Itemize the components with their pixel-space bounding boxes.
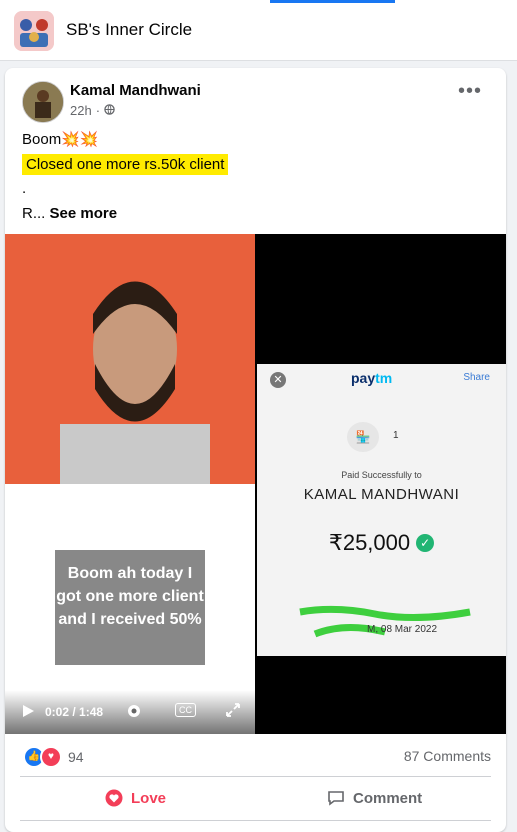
captions-cc-icon[interactable]: CC bbox=[175, 703, 196, 717]
see-more-link[interactable]: See more bbox=[50, 205, 118, 222]
video-player[interactable]: Boom ah today I got one more client and … bbox=[5, 234, 255, 734]
post-line-4-prefix: R... bbox=[22, 205, 46, 222]
author-avatar[interactable] bbox=[22, 81, 64, 123]
love-label: Love bbox=[131, 789, 167, 807]
post-line-3: . bbox=[22, 180, 27, 197]
highlighted-text: Closed one more rs.50k client bbox=[22, 154, 229, 175]
paid-successfully-text: Paid Successfully to bbox=[341, 470, 422, 480]
reaction-summary[interactable]: 👍 ♥ 94 bbox=[23, 746, 84, 768]
post-meta: 22h · bbox=[70, 103, 115, 118]
love-reaction-icon: ♥ bbox=[40, 746, 62, 768]
video-time: 0:02 / 1:48 bbox=[45, 705, 104, 719]
reaction-count: 94 bbox=[68, 749, 84, 765]
dot-separator: · bbox=[95, 103, 101, 118]
more-options-icon[interactable]: ••• bbox=[458, 81, 482, 101]
payment-date: M, 08 Mar 2022 bbox=[367, 624, 438, 635]
payment-amount: ₹25,000 ✓ bbox=[257, 530, 506, 556]
fullscreen-icon[interactable] bbox=[225, 702, 241, 721]
video-caption: Boom ah today I got one more client and … bbox=[55, 550, 205, 665]
comments-count[interactable]: 87 Comments bbox=[404, 748, 491, 764]
post-time[interactable]: 22h bbox=[70, 103, 92, 118]
author-name[interactable]: Kamal Mandhwani bbox=[70, 82, 201, 99]
comment-button[interactable]: Comment bbox=[327, 780, 422, 816]
store-count: 1 bbox=[393, 430, 399, 441]
payee-name: KAMAL MANDHWANI bbox=[303, 486, 460, 503]
active-tab-indicator bbox=[270, 0, 395, 3]
post-actions: Love Comment bbox=[5, 780, 506, 816]
settings-gear-icon[interactable] bbox=[125, 702, 143, 723]
divider-bottom bbox=[20, 820, 491, 821]
video-controls: 0:02 / 1:48 CC bbox=[5, 690, 255, 734]
divider bbox=[20, 776, 491, 777]
post-line-4: R... See more bbox=[22, 205, 117, 222]
close-icon: ✕ bbox=[270, 372, 286, 388]
paytm-receipt: ✕ paytm Share 🏪 1 Paid Successfully to K… bbox=[257, 364, 506, 656]
verified-check-icon: ✓ bbox=[416, 534, 435, 552]
play-icon[interactable] bbox=[21, 704, 35, 721]
post-media: Boom ah today I got one more client and … bbox=[5, 234, 506, 734]
group-title[interactable]: SB's Inner Circle bbox=[66, 20, 192, 40]
post-line-highlight: Closed one more rs.50k client bbox=[22, 154, 229, 175]
love-button[interactable]: Love bbox=[105, 780, 166, 816]
group-photo-icon[interactable] bbox=[14, 11, 54, 51]
post-line-1: Boom💥💥 bbox=[22, 131, 99, 148]
comment-label: Comment bbox=[353, 789, 423, 807]
heart-icon bbox=[105, 789, 123, 807]
store-icon: 🏪 bbox=[347, 422, 379, 452]
globe-icon bbox=[104, 103, 115, 118]
paytm-logo: paytm bbox=[351, 370, 393, 386]
share-label: Share bbox=[463, 372, 490, 383]
video-frame bbox=[5, 234, 255, 484]
payment-screenshot[interactable]: ✕ paytm Share 🏪 1 Paid Successfully to K… bbox=[257, 234, 506, 734]
comment-icon bbox=[328, 791, 344, 806]
post-stats: 👍 ♥ 94 87 Comments bbox=[5, 740, 506, 772]
group-header: SB's Inner Circle bbox=[0, 0, 517, 61]
post-card: Kamal Mandhwani 22h · ••• Boom💥💥 Closed … bbox=[5, 68, 506, 832]
